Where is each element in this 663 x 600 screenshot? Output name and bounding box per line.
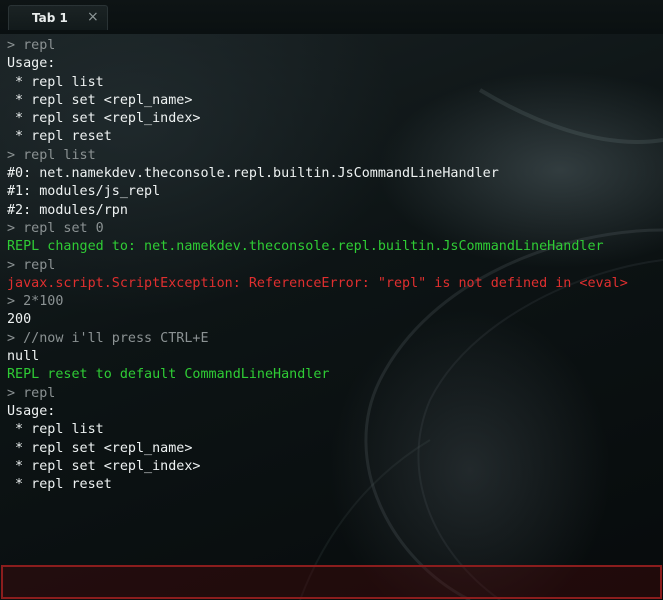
input-echo-line: > repl: [7, 257, 56, 273]
input-echo-line: > //now i'll press CTRL+E: [7, 330, 209, 346]
console-output: > repl Usage: * repl list * repl set <rep…: [7, 37, 663, 557]
output-line: * repl reset: [7, 129, 112, 145]
output-line: #0: net.namekdev.theconsole.repl.builtin…: [7, 166, 499, 182]
input-echo-line: > repl list: [7, 147, 96, 163]
input-echo-line: > repl set 0: [7, 220, 104, 236]
success-line: REPL changed to: net.namekdev.theconsole…: [7, 239, 604, 255]
output-line: * repl list: [7, 422, 104, 438]
tab-bar: Tab 1 ×: [0, 0, 663, 34]
success-line: REPL reset to default CommandLineHandler: [7, 367, 330, 383]
output-line: * repl set <repl_index>: [7, 111, 201, 127]
output-line: #1: modules/js_repl: [7, 184, 161, 200]
output-line: null: [7, 349, 40, 365]
output-line: * repl set <repl_name>: [7, 440, 193, 456]
tab-1[interactable]: Tab 1 ×: [8, 5, 108, 30]
command-input-bar: [1, 565, 662, 599]
output-line: * repl set <repl_name>: [7, 92, 193, 108]
input-echo-line: > repl: [7, 38, 56, 53]
close-icon[interactable]: ×: [87, 9, 99, 25]
input-echo-line: > repl: [7, 385, 56, 401]
output-line: Usage:: [7, 403, 56, 419]
output-line: * repl set <repl_index>: [7, 458, 201, 474]
output-line: #2: modules/rpn: [7, 202, 128, 218]
tab-label: Tab 1: [32, 11, 68, 25]
output-line: * repl reset: [7, 477, 112, 493]
input-echo-line: > 2*100: [7, 294, 64, 310]
output-line: Usage:: [7, 56, 56, 72]
output-line: 200: [7, 312, 32, 328]
output-line: * repl list: [7, 74, 104, 90]
command-input[interactable]: [3, 567, 660, 597]
error-line: javax.script.ScriptException: ReferenceE…: [7, 275, 628, 291]
